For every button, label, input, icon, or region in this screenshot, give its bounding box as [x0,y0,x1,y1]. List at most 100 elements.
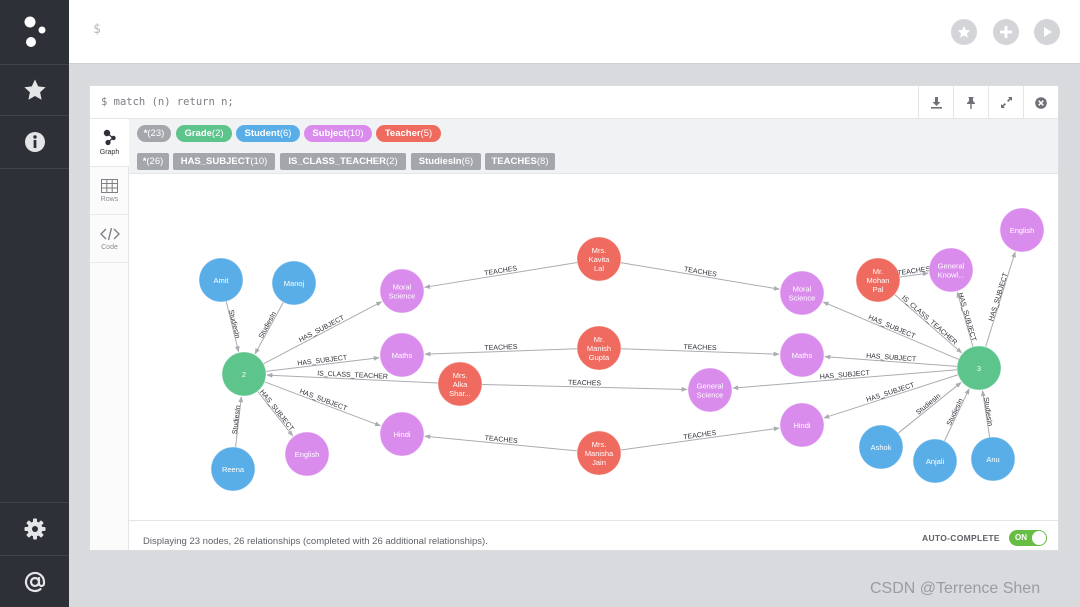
editor-prompt[interactable]: $ [93,22,101,37]
autocomplete-toggle[interactable]: ON [1009,530,1047,546]
node-caption: Mr. [594,335,604,344]
label-pill-all[interactable]: * (23) [137,125,171,142]
node-subject[interactable]: MoralScience [779,270,825,316]
plus-icon [1000,26,1012,38]
label-pill-subject[interactable]: Subject (10) [304,125,372,142]
download-icon [930,97,942,109]
edge-label: StudiesIn [232,405,242,435]
node-student[interactable]: Manoj [271,260,317,306]
star-icon [957,25,971,38]
node-caption: Amit [214,276,230,285]
frame-query-text[interactable]: $ match (n) return n; [101,96,234,108]
node-caption: Science [789,294,816,303]
node-subject[interactable]: Maths [779,332,825,378]
favorites-star-icon[interactable] [0,65,69,115]
node-subject[interactable]: Hindi [379,411,425,457]
node-caption: English [295,450,320,459]
node-caption: Moral [793,285,812,294]
close-icon [1035,96,1047,109]
node-caption: Hindi [793,421,810,430]
node-student[interactable]: Anjali [912,438,958,484]
autocomplete-label: AUTO-COMPLETE [922,533,1000,543]
label-pill-student[interactable]: Student (6) [236,125,300,142]
frame-footer: Displaying 23 nodes, 26 relationships (c… [129,520,1058,550]
node-caption: Maths [392,351,413,360]
node-caption: Moral [393,283,412,292]
edge-label: TEACHES [484,344,518,352]
node-caption: Hindi [393,430,410,439]
label-pill-teacher[interactable]: Teacher (5) [376,125,441,142]
frame-header: $ match (n) return n; [90,86,1058,119]
rel-pill-all[interactable]: * (26) [137,153,169,170]
node-teacher[interactable]: Mrs.KavitaLal [576,236,622,282]
code-icon [99,227,120,240]
edge-label: TEACHES [683,430,717,442]
node-caption: Ashok [871,443,892,452]
tab-graph[interactable]: Graph [90,119,129,167]
node-teacher[interactable]: Mrs.AlkaShar... [437,361,483,407]
about-at-icon[interactable] [0,556,69,607]
node-subject[interactable]: English [999,207,1045,253]
node-subject[interactable]: GeneralScience [687,367,733,413]
node-subject[interactable]: English [284,431,330,477]
result-frame: $ match (n) return n; Graph Rows Code * … [89,85,1059,551]
node-caption: English [1010,226,1035,235]
settings-gear-icon[interactable] [0,503,69,555]
node-teacher[interactable]: Mr.MohanPal [855,257,901,303]
play-icon [1044,27,1052,37]
pin-button[interactable] [953,86,988,119]
edge-label: TEACHES [568,380,602,388]
node-subject[interactable]: MoralScience [379,268,425,314]
edge-label: HAS_SUBJECT [258,389,295,433]
rel-pill-is-class-teacher[interactable]: IS_CLASS_TEACHER (2) [280,153,406,170]
status-text: Displaying 23 nodes, 26 relationships (c… [143,536,488,547]
rel-pill-studiesin[interactable]: StudiesIn (6) [411,153,481,170]
clear-editor-button[interactable] [993,19,1019,45]
node-student[interactable]: Ashok [858,424,904,470]
expand-icon [1000,97,1012,108]
node-caption: Mohan [867,276,890,285]
node-caption: 2 [242,370,246,379]
node-grade[interactable]: 2 [221,351,267,397]
close-frame-button[interactable] [1023,86,1058,119]
graph-icon [103,129,116,146]
graph-canvas[interactable]: StudiesIn StudiesIn StudiesIn HAS_SUBJECT HA… [129,174,1058,520]
node-caption: Mrs. [592,440,607,449]
tab-code-label: Code [101,243,118,251]
neo4j-logo-icon[interactable] [0,0,69,64]
node-teacher[interactable]: Mrs.ManishaJain [576,430,622,476]
edge-label: TEACHES [683,266,717,278]
node-caption: Manisha [585,449,614,458]
node-subject[interactable]: Hindi [779,402,825,448]
node-student[interactable]: Amit [198,257,244,303]
graph-visualization[interactable]: StudiesIn StudiesInStudiesInHAS_SUBJECTHA… [129,174,1058,520]
node-caption: Lal [594,264,604,273]
node-subject[interactable]: Maths [379,332,425,378]
node-subject[interactable]: GeneralKnowl... [928,247,974,293]
label-pill-grade[interactable]: Grade (2) [176,125,232,142]
edge-label: StudiesIn [258,311,278,340]
info-icon[interactable] [0,116,69,168]
edge-label: HAS_SUBJECT [866,382,917,404]
toggle-knob[interactable] [1032,531,1046,545]
table-icon [101,178,118,193]
run-query-button[interactable] [1034,19,1060,45]
edge-label: HAS_SUBJECT [298,388,348,413]
rel-pill-teaches[interactable]: TEACHES (8) [485,153,555,170]
tab-rows[interactable]: Rows [90,167,129,215]
node-caption: Manish [587,344,611,353]
favorite-query-button[interactable] [951,19,977,45]
node-student[interactable]: Reena [210,446,256,492]
download-button[interactable] [918,86,953,119]
edge-label: StudiesIn [915,393,942,417]
node-caption: Mr. [873,267,883,276]
tab-code[interactable]: Code [90,215,129,263]
node-student[interactable]: Anu [970,436,1016,482]
node-grade[interactable]: 3 [956,345,1002,391]
node-teacher[interactable]: Mr.ManishGupta [576,325,622,371]
fullscreen-button[interactable] [988,86,1023,119]
node-caption: Anjali [926,457,945,466]
node-caption: Reena [222,465,245,474]
rel-pill-has-subject[interactable]: HAS_SUBJECT (10) [173,153,275,170]
node-caption: Anu [986,455,999,464]
